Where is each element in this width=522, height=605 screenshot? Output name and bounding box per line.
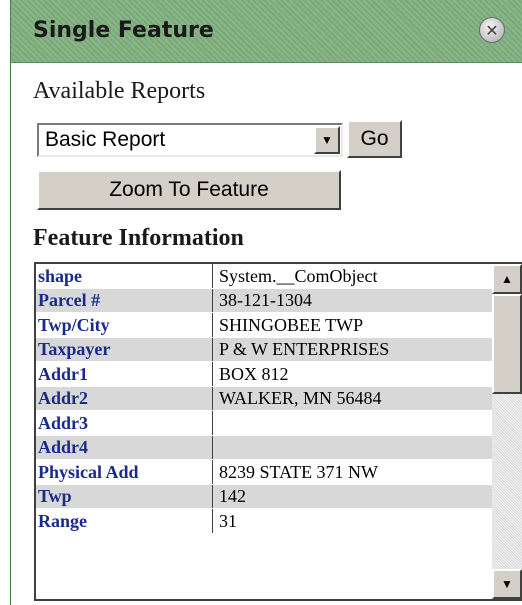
- go-button[interactable]: Go: [347, 120, 402, 158]
- table-row: Parcel #38-121-1304: [36, 288, 492, 313]
- title-bar: Single Feature ✕: [11, 0, 522, 63]
- table-row: Addr3: [36, 410, 492, 436]
- feature-table: shape System.__ComObject Parcel #38-121-13…: [34, 262, 522, 601]
- chevron-down-icon[interactable]: ▼: [314, 126, 340, 154]
- table-row: Taxpayer P & W ENTERPRISES: [36, 337, 492, 362]
- attribute-value: [212, 435, 492, 460]
- attribute-value: 8239 STATE 371 NW: [212, 459, 492, 485]
- attribute-name: Parcel #: [36, 288, 213, 313]
- table-row: Twp/City SHINGOBEE TWP: [36, 312, 492, 338]
- feature-information-heading: Feature Information: [33, 225, 244, 251]
- attribute-value: System.__ComObject: [212, 264, 492, 289]
- attribute-name: Addr4: [36, 435, 213, 460]
- attribute-name: Addr2: [36, 386, 213, 411]
- attribute-value: 38-121-1304: [212, 288, 492, 313]
- attribute-name: Physical Add: [36, 459, 213, 485]
- attribute-value: WALKER, MN 56484: [212, 386, 492, 411]
- table-row: Addr2 WALKER, MN 56484: [36, 386, 492, 411]
- attribute-name: Addr3: [36, 410, 213, 436]
- table-row: Range 31: [36, 508, 492, 534]
- attribute-value: BOX 812: [212, 361, 492, 387]
- single-feature-panel: Single Feature ✕ Available Reports Basic…: [10, 0, 522, 605]
- table-row: Addr4: [36, 435, 492, 460]
- panel-title: Single Feature: [33, 18, 214, 43]
- vertical-scrollbar[interactable]: ▲ ▼: [492, 264, 522, 599]
- attribute-value: P & W ENTERPRISES: [212, 337, 492, 362]
- attribute-name: Twp/City: [36, 312, 213, 338]
- attribute-name: Taxpayer: [36, 337, 213, 362]
- attribute-value: [212, 410, 492, 436]
- table-row: Twp 142: [36, 484, 492, 509]
- feature-attributes-table: shape System.__ComObject Parcel #38-121-13…: [36, 264, 492, 534]
- scroll-up-icon[interactable]: ▲: [492, 264, 522, 294]
- report-select-value: Basic Report: [45, 128, 166, 151]
- attribute-value: 142: [212, 484, 492, 509]
- attribute-name: shape: [36, 264, 213, 289]
- attribute-value: SHINGOBEE TWP: [212, 312, 492, 338]
- report-select[interactable]: Basic Report ▼: [37, 123, 343, 157]
- attribute-name: Range: [36, 508, 213, 534]
- zoom-to-feature-button[interactable]: Zoom To Feature: [37, 170, 341, 210]
- scroll-down-icon[interactable]: ▼: [492, 569, 522, 599]
- attribute-name: Addr1: [36, 361, 213, 387]
- table-row: shape System.__ComObject: [36, 264, 492, 289]
- scrollbar-thumb[interactable]: [492, 294, 522, 394]
- attribute-value: 31: [212, 508, 492, 534]
- close-icon[interactable]: ✕: [479, 17, 505, 43]
- table-row: Addr1 BOX 812: [36, 361, 492, 387]
- available-reports-label: Available Reports: [33, 78, 206, 104]
- table-row: Physical Add 8239 STATE 371 NW: [36, 459, 492, 485]
- attribute-name: Twp: [36, 484, 213, 509]
